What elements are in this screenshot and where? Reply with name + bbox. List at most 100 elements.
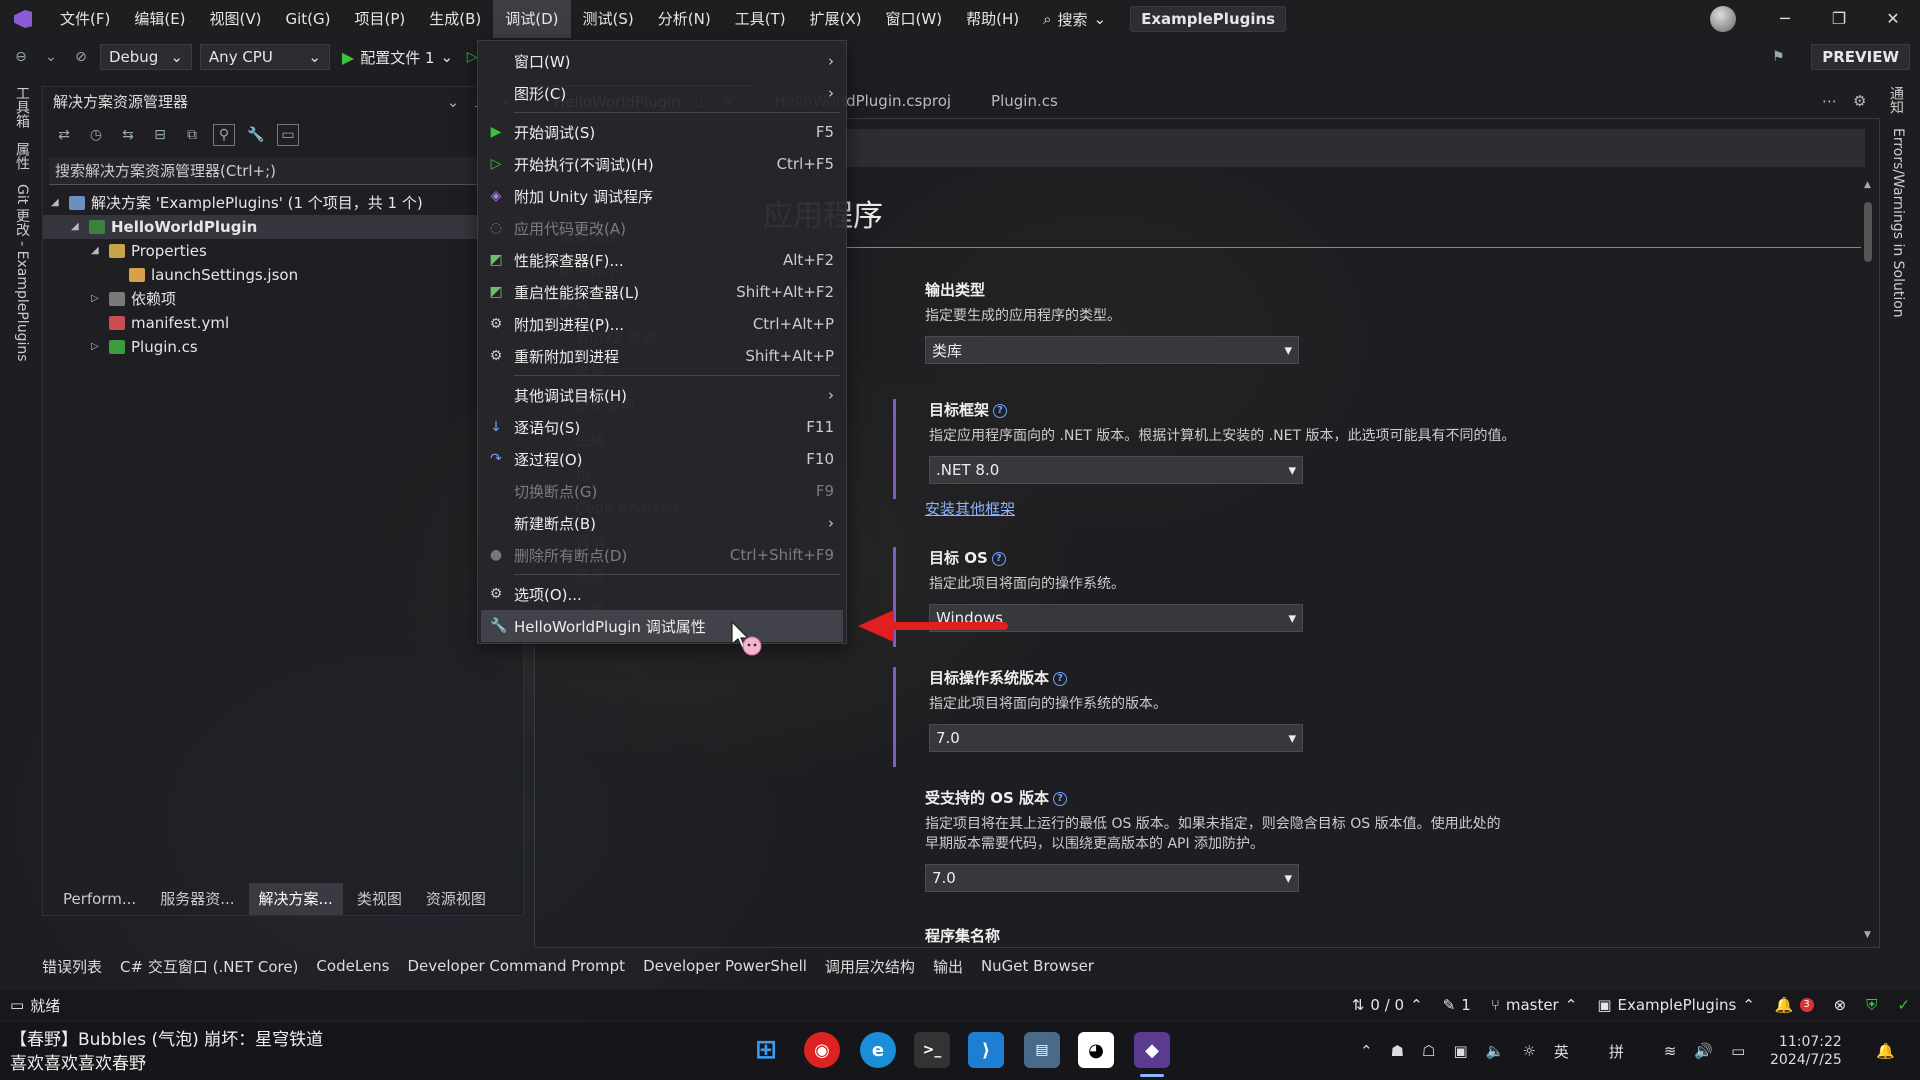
menu-2[interactable]: 视图(V) [198,0,274,38]
help-icon[interactable]: ? [991,551,1006,566]
debug-menu-item[interactable]: ⚙ 附加到进程(P)... Ctrl+Alt+P [478,308,846,340]
netease-music-icon[interactable]: ◉ [804,1032,840,1068]
collapse-all-icon[interactable]: ⊟ [149,124,171,146]
debug-menu-item[interactable]: ↷ 逐过程(O) F10 [478,443,846,475]
debug-menu-item[interactable]: ↓ 逐语句(S) F11 [478,411,846,443]
properties-tab[interactable]: 属性 [12,142,32,170]
brightness-icon[interactable]: ☼ [1522,1042,1535,1060]
notifications-button[interactable]: 🔔 3 [1765,996,1824,1014]
chevron-down-icon[interactable]: ⌄ [447,87,460,117]
tool-window-tab[interactable]: Developer Command Prompt [399,957,633,975]
preview-button[interactable]: PREVIEW [1811,44,1910,70]
back-icon[interactable]: ⊖ [10,46,32,68]
visual-studio-icon[interactable]: ◆ [1134,1032,1170,1068]
bottom-tab[interactable]: 类视图 [347,883,412,915]
debug-menu-item[interactable]: ◩ 重启性能探查器(L) Shift+Alt+F2 [478,276,846,308]
edits-indicator[interactable]: ✎ 1 [1433,996,1481,1014]
expand-arrow-icon[interactable]: ▷ [91,287,103,311]
search-button[interactable]: ⌕ 搜索 ⌄ [1031,9,1118,30]
pending-changes[interactable]: ⇅ 0 / 0 ⌃ [1342,996,1433,1014]
tool-window-tab[interactable]: 输出 [925,956,971,977]
preview-selected-icon[interactable]: ▭ [277,124,299,146]
help-icon[interactable]: ? [993,403,1008,418]
menu-8[interactable]: 分析(N) [646,0,723,38]
help-icon[interactable]: ? [1053,791,1067,806]
install-other-frameworks-link[interactable]: 安装其他框架 [925,500,1015,518]
copilot-icon[interactable]: ⊗ [1824,996,1857,1014]
expand-arrow-icon[interactable]: ▷ [91,335,103,359]
errors-warnings-tab[interactable]: Errors/Warnings in Solution [1886,128,1906,318]
wrench-icon[interactable]: 🔧 [245,124,267,146]
tool-window-tab[interactable]: NuGet Browser [973,957,1102,975]
clock[interactable]: 11:07:22 2024/7/25 [1770,1022,1842,1080]
notifications-tab[interactable]: 通知 [1886,86,1906,114]
toolbox-tab[interactable]: 工具箱 [12,86,32,128]
tray-cat-icon[interactable]: ☖ [1422,1042,1435,1060]
git-changes-tab[interactable]: Git 更改 - ExamplePlugins [12,184,32,362]
media-widget[interactable]: 【春野】Bubbles (气泡) 崩坏：星穹铁道 喜欢喜欢喜欢春野 [10,1028,323,1076]
debug-menu-item[interactable]: ⚙ 选项(O)... [478,578,846,610]
check-circle-icon[interactable]: ✓ [1887,996,1920,1014]
tree-item[interactable]: ◢ HelloWorldPlugin [43,215,523,239]
vscode-icon[interactable]: ⟩ [968,1032,1004,1068]
configuration-select[interactable]: Debug ⌄ [100,44,192,70]
platform-select[interactable]: Any CPU ⌄ [199,44,330,70]
debug-menu-item[interactable]: ⚙ 重新附加到进程 Shift+Alt+P [478,340,846,372]
switch-views-icon[interactable]: ⇄ [53,124,75,146]
tool-window-tab[interactable]: Developer PowerShell [635,957,815,975]
gear-icon[interactable]: ⚙ [1853,92,1866,110]
menu-6[interactable]: 调试(D) [493,0,571,38]
feedback-icon[interactable]: ⚑ [1767,46,1789,68]
volume-icon[interactable]: 🔈 [1486,1042,1505,1060]
account-avatar[interactable] [1710,6,1736,32]
menu-11[interactable]: 窗口(W) [874,0,955,38]
start-profile-button[interactable]: ▶ 配置文件 1 ⌄ [342,47,453,68]
repository-selector[interactable]: ▣ ExamplePlugins ⌃ [1587,996,1765,1014]
bottom-tab[interactable]: 解决方案... [248,883,343,915]
chevron-up-icon[interactable]: ⌃ [1360,1042,1373,1060]
properties-search-input[interactable] [845,129,1865,167]
terminal-icon[interactable]: >_ [914,1032,950,1068]
tree-item[interactable]: ◢ 解决方案 'ExamplePlugins' (1 个项目，共 1 个) [43,191,523,215]
project-name-badge[interactable]: ExamplePlugins [1130,6,1287,32]
windows-start-icon[interactable]: ⊞ [748,1032,784,1068]
edge-browser-icon[interactable]: e [860,1032,896,1068]
ime-language-indicator[interactable]: 英 [1554,1041,1569,1062]
tray-keyboard-icon[interactable]: ▣ [1453,1042,1467,1060]
tree-item[interactable]: ▷ Plugin.cs [43,335,523,359]
more-options-icon[interactable]: ⋯ [1822,92,1837,110]
scrollbar-thumb[interactable] [1864,202,1872,262]
tree-item[interactable]: ◢ Properties [43,239,523,263]
bottom-tab[interactable]: 资源视图 [416,883,496,915]
target-framework-select[interactable]: .NET 8.0 ▾ [929,456,1303,484]
notification-center-icon[interactable]: 🔔 [1876,1022,1895,1080]
battery-icon[interactable]: ▭ [1731,1042,1745,1060]
help-icon[interactable]: ? [1053,671,1068,686]
menu-0[interactable]: 文件(F) [48,0,122,38]
expand-arrow-icon[interactable]: ◢ [51,191,63,215]
wifi-icon[interactable]: ≋ [1664,1042,1677,1060]
tool-window-tab[interactable]: 错误列表 [34,956,110,977]
supported-os-version-select[interactable]: 7.0 ▾ [925,864,1299,892]
filter-icon[interactable]: ⚲ [213,124,235,146]
bottom-tab[interactable]: 服务器资... [150,883,244,915]
tree-item[interactable]: launchSettings.json [43,263,523,287]
scroll-up-icon[interactable]: ▲ [1864,180,1871,190]
debug-menu-item[interactable]: 其他调试目标(H) › [478,379,846,411]
menu-5[interactable]: 生成(B) [417,0,493,38]
output-type-select[interactable]: 类库 ▾ [925,336,1299,364]
tool-window-tab[interactable]: 调用层次结构 [817,956,923,977]
menu-1[interactable]: 编辑(E) [122,0,197,38]
sync-icon[interactable]: ⇆ [117,124,139,146]
shield-icon[interactable]: ⛨ [1856,996,1887,1014]
forward-icon[interactable]: ⊘ [70,46,92,68]
show-all-files-icon[interactable]: ⧉ [181,124,203,146]
debug-menu-item[interactable]: 窗口(W) › [478,45,846,77]
history-icon[interactable]: ◷ [85,124,107,146]
restore-button[interactable]: ❐ [1812,0,1866,38]
expand-arrow-icon[interactable]: ◢ [71,215,83,239]
chevron-down-icon[interactable]: ⌄ [40,46,62,68]
control-panel-icon[interactable]: ▤ [1024,1032,1060,1068]
menu-10[interactable]: 扩展(X) [798,0,874,38]
target-os-version-select[interactable]: 7.0 ▾ [929,724,1303,752]
